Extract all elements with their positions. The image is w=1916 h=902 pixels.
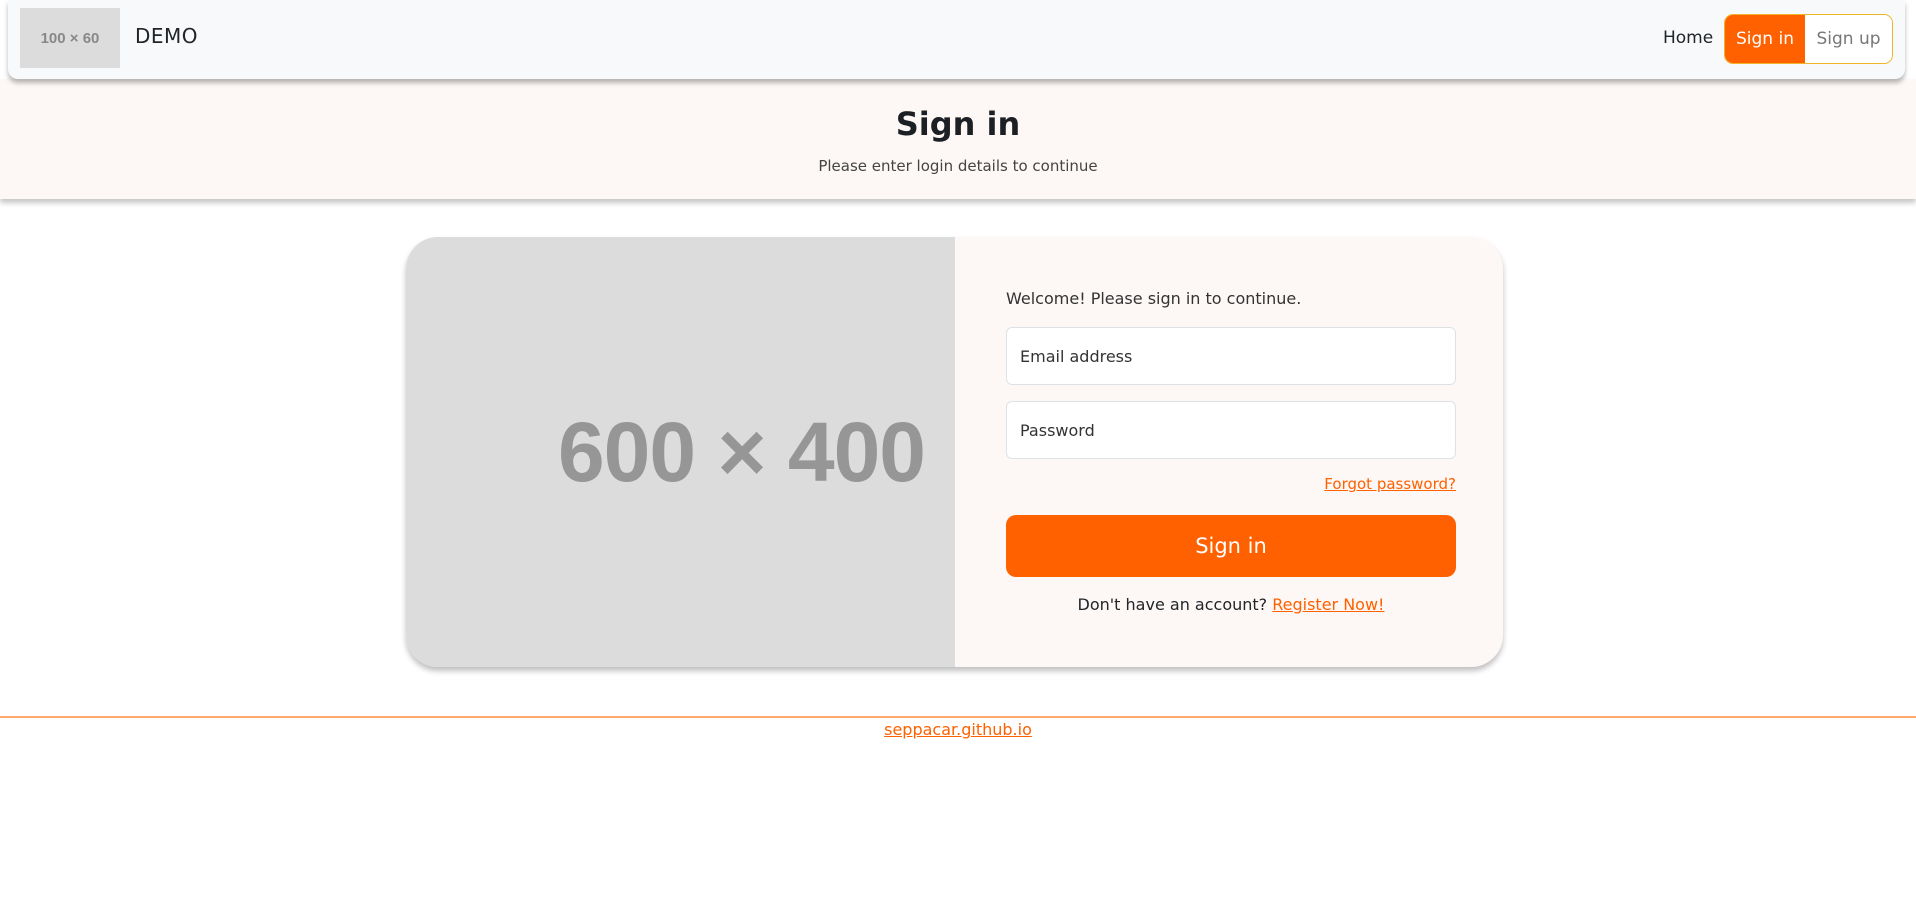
title-band: Sign in Please enter login details to co…	[0, 79, 1916, 199]
nav-sign-up-button[interactable]: Sign up	[1805, 15, 1892, 63]
register-prompt: Don't have an account?	[1077, 595, 1268, 614]
image-placeholder: 600 × 400	[406, 237, 955, 667]
auth-button-group: Sign in Sign up	[1724, 14, 1893, 64]
welcome-text: Welcome! Please sign in to continue.	[1006, 289, 1302, 308]
sign-in-submit-button[interactable]: Sign in	[1006, 515, 1456, 577]
register-prompt-line: Don't have an account? Register Now!	[1006, 595, 1456, 614]
page-title: Sign in	[895, 105, 1021, 143]
brand-name[interactable]: DEMO	[135, 24, 198, 48]
navbar: 100 × 60 DEMO Home Sign in Sign up	[8, 0, 1905, 79]
logo-placeholder[interactable]: 100 × 60	[20, 8, 120, 68]
footer-divider	[0, 716, 1916, 718]
register-link[interactable]: Register Now!	[1272, 595, 1384, 614]
footer: seppacar.github.io	[0, 720, 1916, 739]
forgot-password-link[interactable]: Forgot password?	[1324, 475, 1456, 493]
email-field[interactable]	[1006, 327, 1456, 385]
footer-site-link[interactable]: seppacar.github.io	[884, 720, 1032, 739]
sign-in-card: 600 × 400 Welcome! Please sign in to con…	[406, 237, 1503, 667]
sign-in-form: Welcome! Please sign in to continue. For…	[955, 237, 1503, 667]
page-subtitle: Please enter login details to continue	[818, 157, 1098, 175]
nav-home-link[interactable]: Home	[1663, 28, 1713, 48]
nav-sign-in-button[interactable]: Sign in	[1725, 15, 1805, 63]
password-field[interactable]	[1006, 401, 1456, 459]
